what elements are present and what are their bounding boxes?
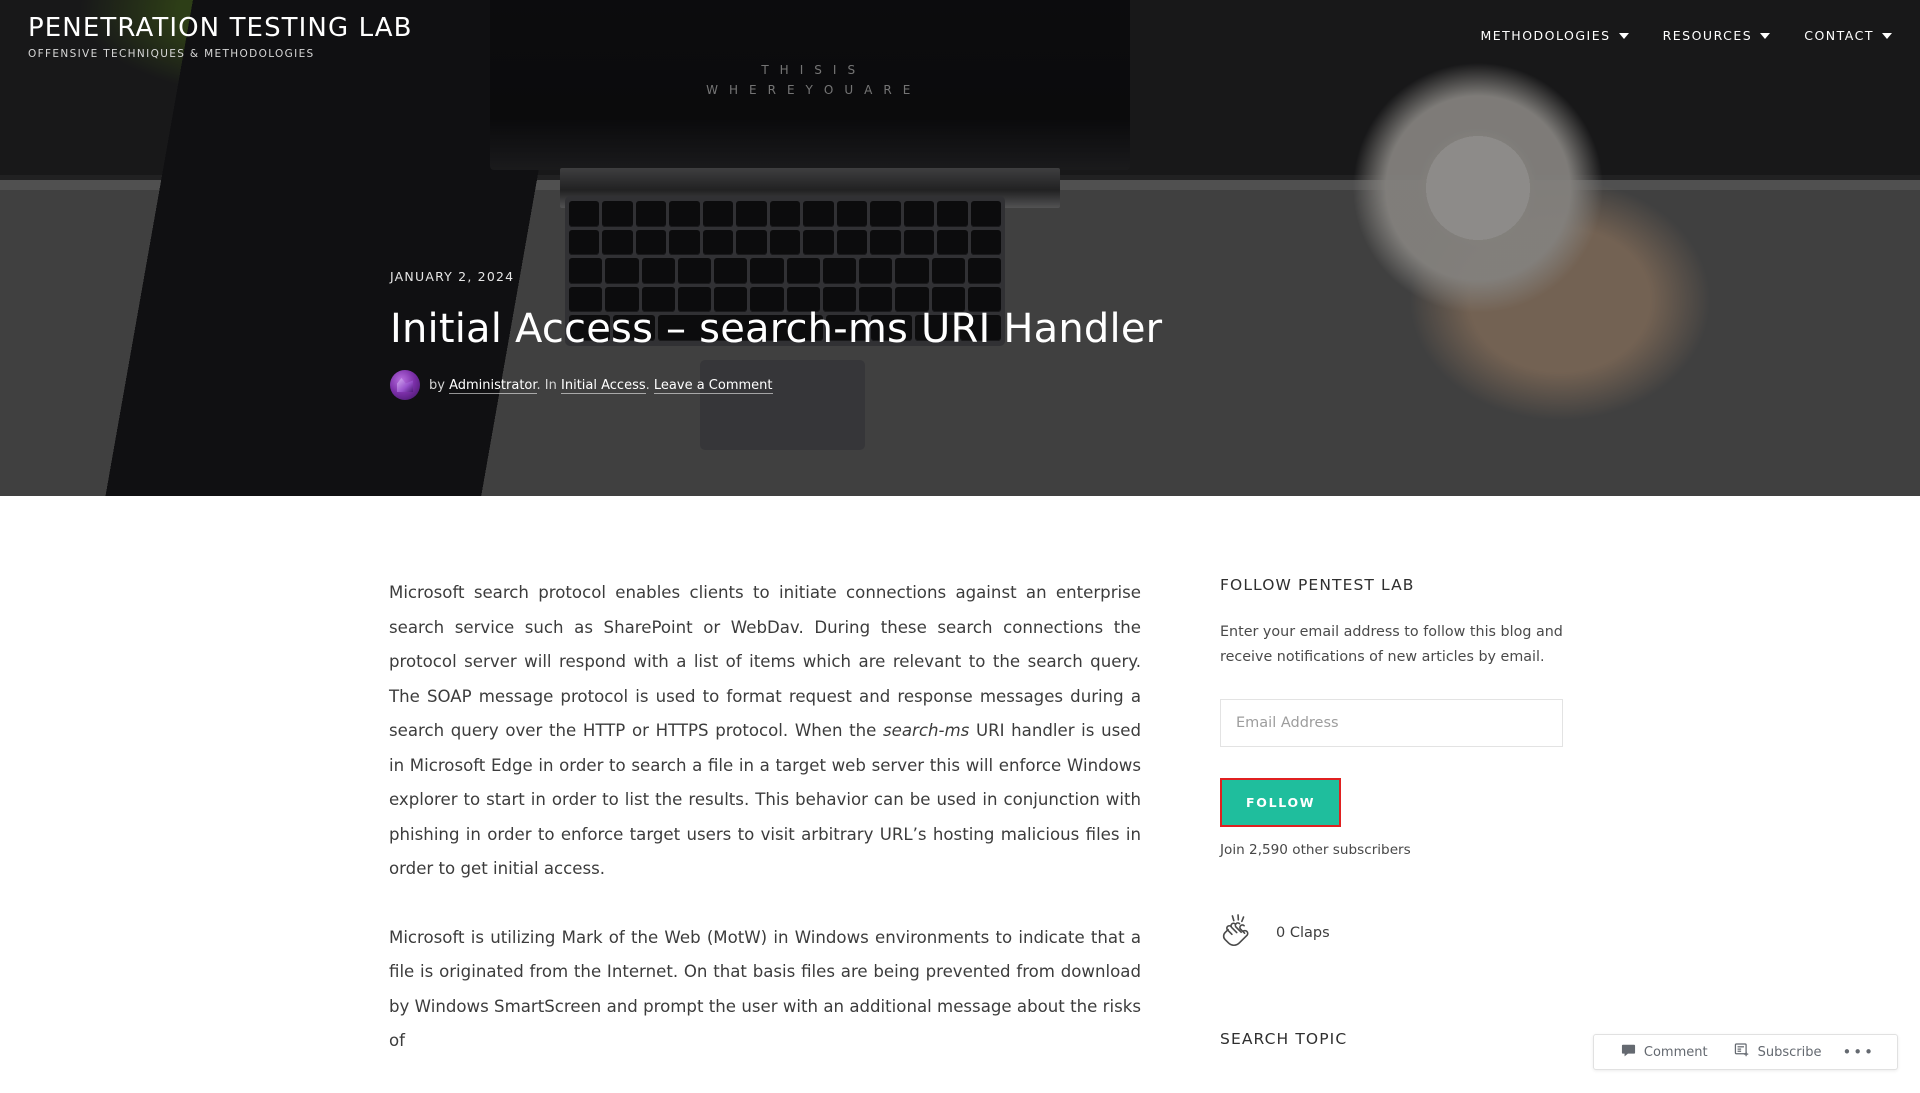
sidebar: FOLLOW PENTEST LAB Enter your email addr… (1220, 576, 1565, 1093)
post-byline: by Administrator. In Initial Access. Lea… (390, 370, 1162, 400)
paragraph-1-part-1: Microsoft search protocol enables client… (389, 583, 1141, 740)
clapping-hands-icon (1220, 914, 1258, 952)
comment-button[interactable]: Comment (1608, 1043, 1721, 1062)
byline-text: by Administrator. In Initial Access. Lea… (429, 378, 773, 393)
byline-separator: . (646, 378, 650, 393)
paragraph-1-italic-term: search-ms (883, 721, 969, 740)
follow-widget: FOLLOW PENTEST LAB Enter your email addr… (1220, 576, 1565, 858)
ellipsis-icon[interactable]: ••• (1834, 1043, 1883, 1061)
article-paragraph-1: Microsoft search protocol enables client… (389, 576, 1141, 887)
nav-item-resources[interactable]: RESOURCES (1663, 28, 1771, 43)
claps-widget[interactable]: 0 Claps (1220, 914, 1565, 952)
claps-label: 0 Claps (1276, 925, 1330, 941)
site-tagline: OFFENSIVE TECHNIQUES & METHODOLOGIES (28, 48, 413, 60)
nav-item-contact[interactable]: CONTACT (1804, 28, 1892, 43)
wordpress-admin-bar: Comment Subscribe ••• (1593, 1034, 1898, 1070)
search-topic-title: SEARCH TOPIC (1220, 1030, 1565, 1048)
article-body: Microsoft search protocol enables client… (389, 576, 1141, 1093)
nav-item-methodologies[interactable]: METHODOLOGIES (1480, 28, 1628, 43)
subscribe-button[interactable]: Subscribe (1721, 1042, 1835, 1062)
site-branding[interactable]: PENETRATION TESTING LAB OFFENSIVE TECHNI… (28, 14, 413, 60)
nav-label-resources: RESOURCES (1663, 28, 1753, 43)
email-field[interactable] (1220, 699, 1563, 747)
subscribe-form-icon (1734, 1042, 1750, 1062)
follow-widget-description: Enter your email address to follow this … (1220, 620, 1565, 669)
article-paragraph-2: Microsoft is utilizing Mark of the Web (… (389, 921, 1141, 1059)
page-content: Microsoft search protocol enables client… (0, 496, 1920, 1080)
byline-middle: . In (537, 378, 557, 393)
byline-prefix: by (429, 378, 445, 393)
follow-button[interactable]: FOLLOW (1220, 778, 1341, 827)
nav-label-contact: CONTACT (1804, 28, 1874, 43)
avatar (390, 370, 420, 400)
chevron-down-icon[interactable] (1760, 33, 1770, 39)
chevron-down-icon[interactable] (1882, 33, 1892, 39)
subscribe-label: Subscribe (1758, 1045, 1822, 1060)
nav-label-methodologies: METHODOLOGIES (1480, 28, 1610, 43)
search-topic-widget: SEARCH TOPIC (1220, 1030, 1565, 1048)
comment-icon (1621, 1043, 1636, 1062)
site-title[interactable]: PENETRATION TESTING LAB (28, 14, 413, 43)
post-date: JANUARY 2, 2024 (390, 269, 1162, 284)
leave-comment-link[interactable]: Leave a Comment (654, 378, 773, 394)
author-link[interactable]: Administrator (449, 378, 536, 394)
comment-label: Comment (1644, 1045, 1708, 1060)
site-header: PENETRATION TESTING LAB OFFENSIVE TECHNI… (0, 0, 1920, 84)
primary-navigation: METHODOLOGIES RESOURCES CONTACT (1480, 14, 1892, 43)
post-title: Initial Access – search-ms URI Handler (390, 306, 1162, 352)
follow-widget-title: FOLLOW PENTEST LAB (1220, 576, 1565, 594)
category-link[interactable]: Initial Access (561, 378, 646, 394)
post-header: JANUARY 2, 2024 Initial Access – search-… (390, 269, 1162, 400)
paragraph-1-part-2: URI handler is used in Microsoft Edge in… (389, 721, 1141, 878)
hero-banner: T H I S I S W H E R E Y O U A R E (0, 0, 1920, 496)
chevron-down-icon[interactable] (1619, 33, 1629, 39)
subscriber-count: Join 2,590 other subscribers (1220, 842, 1565, 858)
